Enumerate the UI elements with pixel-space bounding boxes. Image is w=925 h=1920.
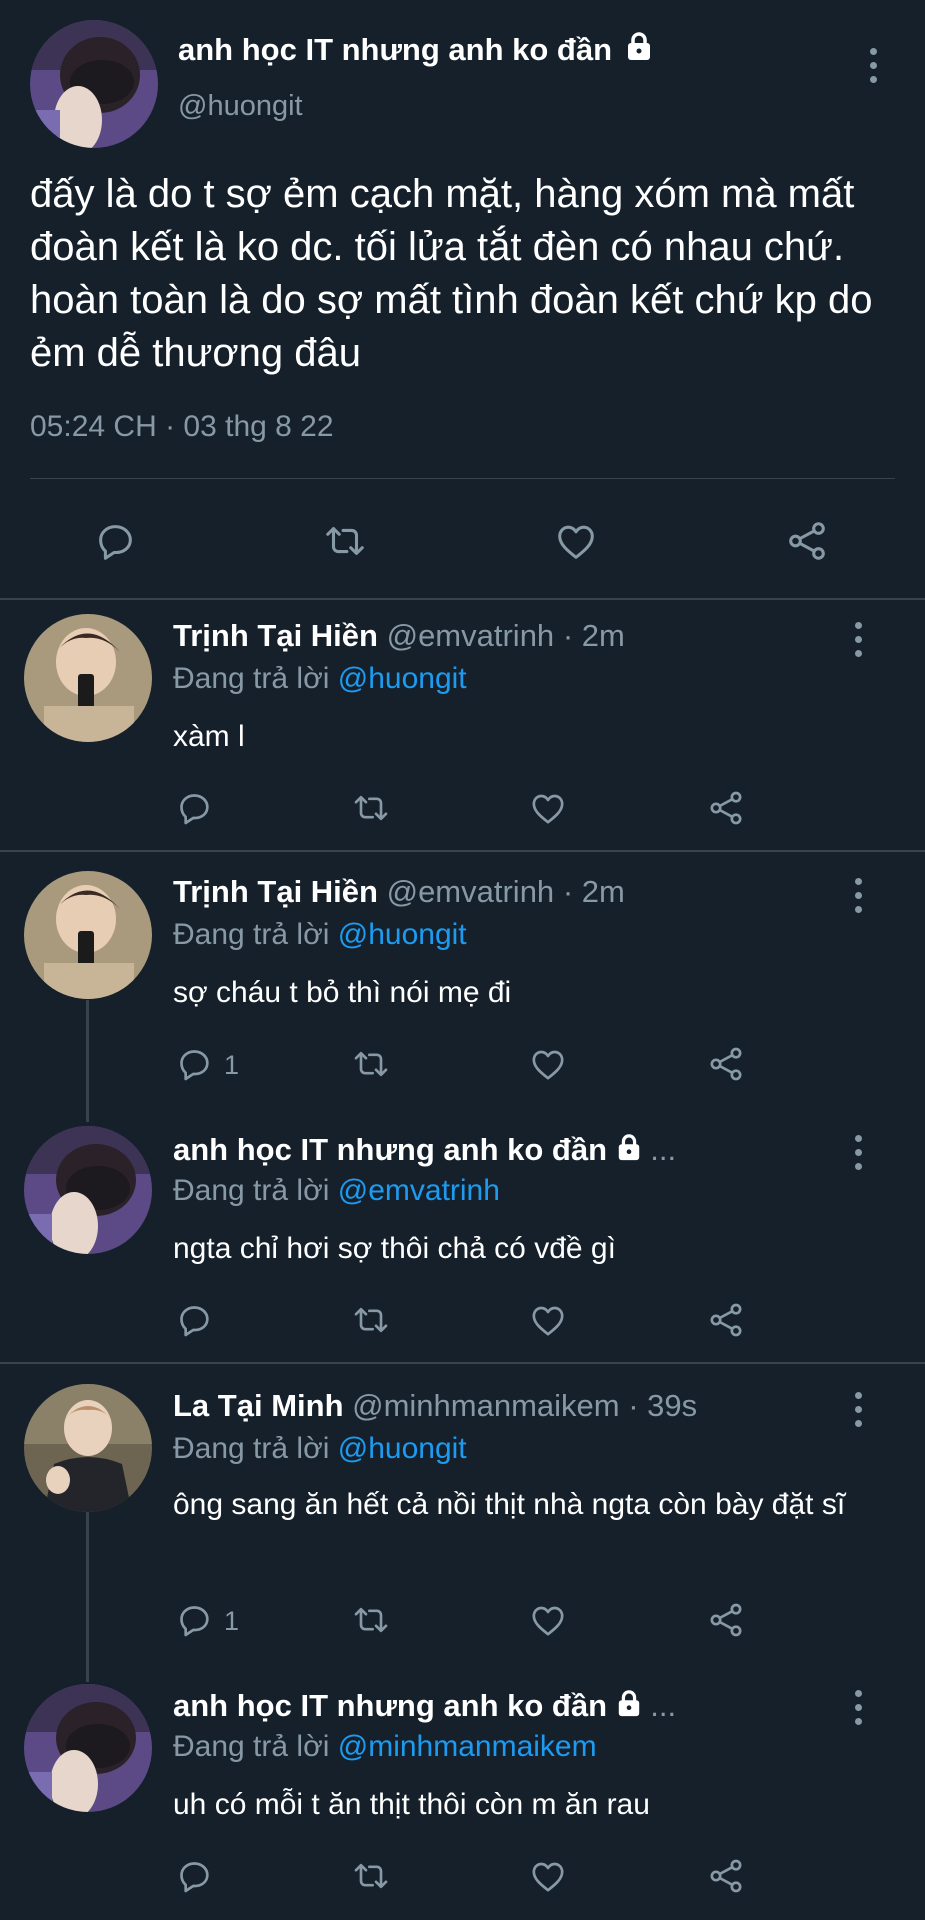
reply-text: uh có mỗi t ăn thịt thôi còn m ăn rau (173, 1788, 650, 1821)
more-icon[interactable] (848, 622, 868, 657)
like-icon[interactable] (528, 1300, 568, 1340)
main-tweet: anh học IT nhưng anh ko đần @huongit đấy… (0, 0, 925, 600)
reply-icon[interactable] (174, 1300, 214, 1340)
reply-icon[interactable] (174, 1044, 214, 1084)
replying-to: Đang trả lời @huongit (173, 662, 467, 695)
replying-to: Đang trả lời @minhmanmaikem (173, 1730, 597, 1763)
thread-line (86, 1000, 89, 1122)
retweet-icon[interactable] (351, 1856, 391, 1896)
avatar[interactable] (24, 1384, 152, 1512)
mention-link[interactable]: @huongit (338, 1432, 467, 1465)
lock-icon (625, 32, 653, 70)
like-icon[interactable] (553, 518, 599, 564)
reply-text: ngta chỉ hơi sợ thôi chả có vđề gì (173, 1232, 616, 1265)
retweet-icon[interactable] (351, 788, 391, 828)
avatar[interactable] (24, 1684, 152, 1812)
like-icon[interactable] (528, 1600, 568, 1640)
reply-time: · 2m (562, 874, 625, 909)
share-icon[interactable] (784, 518, 830, 564)
reply-header: La Tại Minh @minhmanmaikem · 39s (173, 1388, 697, 1424)
retweet-icon[interactable] (351, 1600, 391, 1640)
author-handle[interactable]: @minhmanmaikem (352, 1388, 619, 1423)
thread-line (86, 1512, 89, 1682)
replying-to: Đang trả lời @huongit (173, 918, 467, 951)
like-icon[interactable] (528, 1856, 568, 1896)
author-handle[interactable]: @huongit (178, 90, 303, 123)
more-icon[interactable] (848, 1690, 868, 1725)
reply-icon[interactable] (174, 788, 214, 828)
reply-icon[interactable] (92, 518, 138, 564)
reply-text: xàm l (173, 720, 245, 753)
author-name[interactable]: Trịnh Tại Hiền (173, 618, 378, 653)
author-name[interactable]: anh học IT nhưng anh ko đần (173, 1688, 607, 1723)
more-icon[interactable] (848, 878, 868, 913)
divider (0, 1362, 925, 1364)
retweet-icon[interactable] (322, 518, 368, 564)
lock-icon (616, 1134, 642, 1170)
like-icon[interactable] (528, 1044, 568, 1084)
author-name[interactable]: Trịnh Tại Hiền (173, 874, 378, 909)
author-handle[interactable]: @emvatrinh (387, 618, 555, 653)
reply-header: anh học IT nhưng anh ko đần ... (173, 1688, 676, 1726)
author-handle[interactable]: ... (650, 1688, 676, 1723)
mention-link[interactable]: @huongit (338, 662, 467, 695)
more-icon[interactable] (863, 48, 883, 83)
reply-text: ông sang ăn hết cả nồi thịt nhà ngta còn… (173, 1488, 846, 1521)
author-name[interactable]: anh học IT nhưng anh ko đần (173, 1132, 607, 1167)
reply-count: 1 (224, 1606, 240, 1636)
reply-icon[interactable] (174, 1600, 214, 1640)
divider (30, 478, 895, 479)
retweet-icon[interactable] (351, 1044, 391, 1084)
mention-link[interactable]: @emvatrinh (338, 1174, 500, 1207)
tweet-timestamp: 05:24 CH · 03 thg 8 22 (30, 410, 334, 443)
avatar[interactable] (30, 20, 158, 148)
avatar[interactable] (24, 1126, 152, 1254)
share-icon[interactable] (706, 1300, 746, 1340)
retweet-icon[interactable] (351, 1300, 391, 1340)
reply-time: · 39s (628, 1388, 698, 1423)
reply-header: Trịnh Tại Hiền @emvatrinh · 2m (173, 618, 625, 654)
share-icon[interactable] (706, 1856, 746, 1896)
replying-to: Đang trả lời @emvatrinh (173, 1174, 500, 1207)
lock-icon (616, 1690, 642, 1726)
reply-count: 1 (224, 1050, 240, 1080)
replying-to: Đang trả lời @huongit (173, 1432, 467, 1465)
more-icon[interactable] (848, 1392, 868, 1427)
like-icon[interactable] (528, 788, 568, 828)
reply-time: · 2m (562, 618, 625, 653)
reply-text: sợ cháu t bỏ thì nói mẹ đi (173, 976, 512, 1009)
reply-icon[interactable] (174, 1856, 214, 1896)
mention-link[interactable]: @huongit (338, 918, 467, 951)
share-icon[interactable] (706, 1044, 746, 1084)
share-icon[interactable] (706, 1600, 746, 1640)
author-name[interactable]: anh học IT nhưng anh ko đần (178, 32, 653, 70)
divider (0, 850, 925, 852)
share-icon[interactable] (706, 788, 746, 828)
author-handle[interactable]: @emvatrinh (387, 874, 555, 909)
tweet-text: đấy là do t sợ ẻm cạch mặt, hàng xóm mà … (30, 172, 873, 375)
avatar[interactable] (24, 871, 152, 999)
mention-link[interactable]: @minhmanmaikem (338, 1730, 597, 1763)
divider (0, 598, 925, 600)
more-icon[interactable] (848, 1135, 868, 1170)
reply-header: anh học IT nhưng anh ko đần ... (173, 1132, 676, 1170)
avatar[interactable] (24, 614, 152, 742)
reply-header: Trịnh Tại Hiền @emvatrinh · 2m (173, 874, 625, 910)
author-handle[interactable]: ... (650, 1132, 676, 1167)
author-name[interactable]: La Tại Minh (173, 1388, 344, 1423)
